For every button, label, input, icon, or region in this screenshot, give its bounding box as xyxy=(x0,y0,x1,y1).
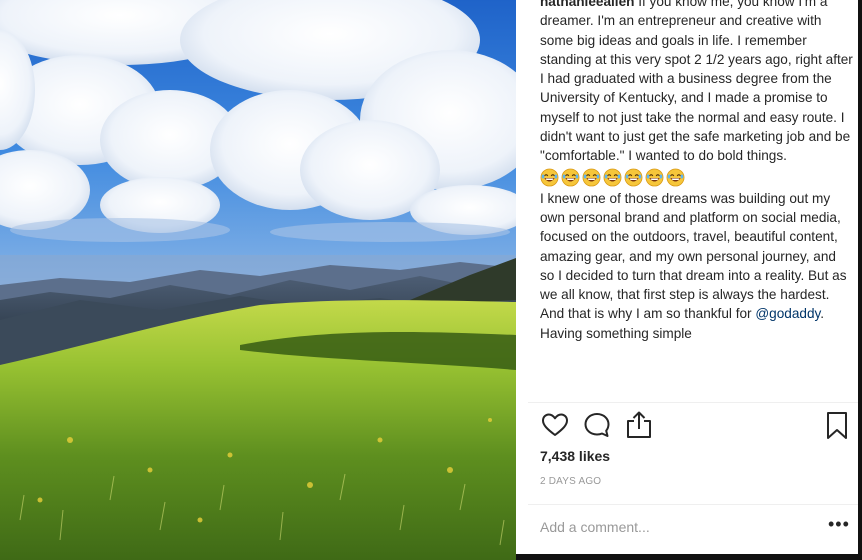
divider xyxy=(528,504,858,505)
post-date[interactable]: 2 DAYS AGO xyxy=(540,476,601,487)
laughing-emoji xyxy=(603,168,622,187)
comment-input[interactable] xyxy=(540,512,790,542)
emoji-row xyxy=(540,167,854,189)
window-edge xyxy=(516,554,862,560)
laughing-emoji xyxy=(645,168,664,187)
heart-outline-icon[interactable] xyxy=(540,410,570,440)
caption-text-2: I knew one of those dreams was building … xyxy=(540,190,847,322)
action-bar xyxy=(540,410,852,442)
window-edge xyxy=(858,0,862,560)
landscape-image xyxy=(0,0,516,560)
laughing-emoji xyxy=(666,168,685,187)
laughing-emoji xyxy=(561,168,580,187)
divider xyxy=(528,402,858,403)
post-side-panel: nathanleeallen If you know me, you know … xyxy=(516,0,862,554)
laughing-emoji xyxy=(624,168,643,187)
likes-count[interactable]: 7,438 likes xyxy=(540,448,610,464)
author-username[interactable]: nathanleeallen xyxy=(540,0,634,9)
laughing-emoji xyxy=(582,168,601,187)
post-photo[interactable] xyxy=(0,0,516,560)
more-options-icon[interactable]: ••• xyxy=(828,514,850,535)
laughing-emoji xyxy=(540,168,559,187)
share-upload-icon[interactable] xyxy=(624,410,654,440)
comment-bubble-icon[interactable] xyxy=(582,410,612,440)
caption-text-1: If you know me, you know I'm a dreamer. … xyxy=(540,0,853,164)
bookmark-icon[interactable] xyxy=(822,410,852,440)
mention-link[interactable]: @godaddy xyxy=(755,306,820,321)
post-caption: nathanleeallen If you know me, you know … xyxy=(540,0,854,402)
